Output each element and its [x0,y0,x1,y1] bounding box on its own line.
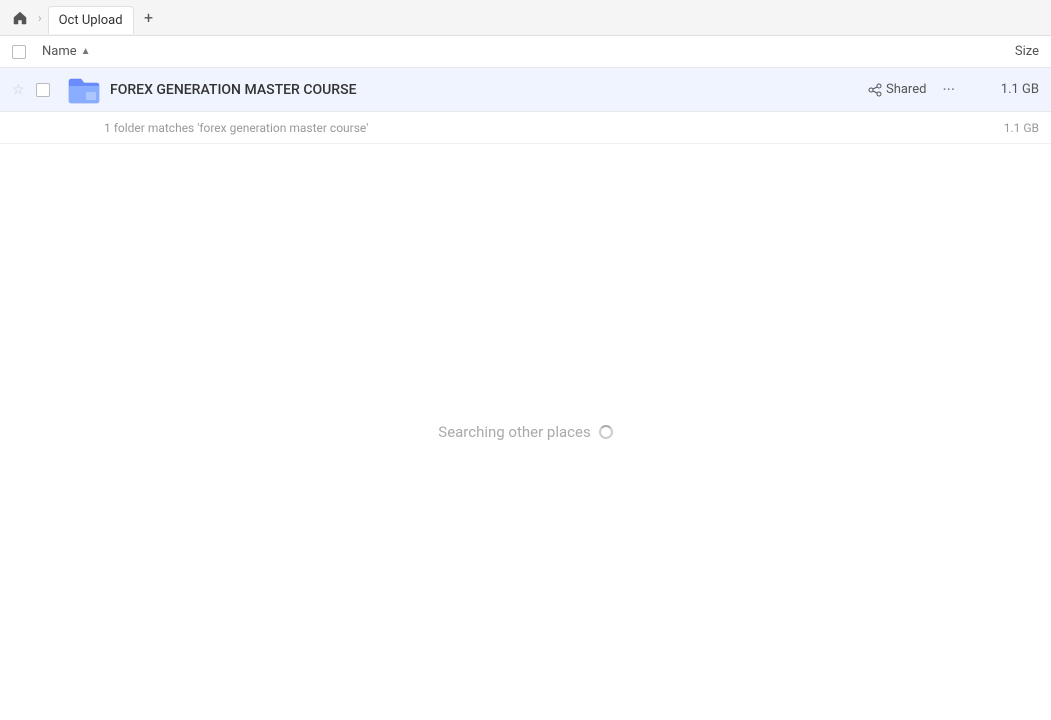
sort-arrow-icon: ▲ [81,46,91,57]
searching-area: Searching other places [0,144,1051,720]
size-column-header[interactable]: Size [959,44,1039,59]
file-name: FOREX GENERATION MASTER COURSE [110,82,868,98]
breadcrumb-separator: › [38,11,42,25]
shared-badge: Shared [868,82,926,97]
file-actions: Shared ··· [868,76,959,103]
shared-label: Shared [886,82,926,97]
share-icon [868,83,882,97]
add-tab-button[interactable]: + [138,7,160,29]
match-size: 1.1 GB [959,121,1039,135]
row-checkbox[interactable] [36,83,66,97]
tab-label: Oct Upload [59,13,123,28]
searching-text: Searching other places [438,423,590,441]
folder-icon [66,72,102,108]
name-label: Name [42,44,77,59]
more-options-button[interactable]: ··· [938,76,959,103]
loading-spinner [599,425,613,439]
checkbox-row[interactable] [36,83,50,97]
name-column-header[interactable]: Name ▲ [42,44,959,59]
more-icon: ··· [942,80,955,99]
select-all-checkbox[interactable] [12,45,42,59]
checkbox-all[interactable] [12,45,26,59]
top-bar: › Oct Upload + [0,0,1051,36]
file-size: 1.1 GB [959,82,1039,97]
file-row[interactable]: ☆ FOREX GENERATION MASTER COURSE Shared … [0,68,1051,112]
column-headers: Name ▲ Size [0,36,1051,68]
match-info-row: 1 folder matches 'forex generation maste… [0,112,1051,144]
size-label: Size [1015,44,1039,59]
tab-oct-upload[interactable]: Oct Upload [48,6,134,34]
star-button[interactable]: ☆ [12,82,36,98]
home-button[interactable] [8,6,32,30]
match-text: 1 folder matches 'forex generation maste… [12,121,959,135]
